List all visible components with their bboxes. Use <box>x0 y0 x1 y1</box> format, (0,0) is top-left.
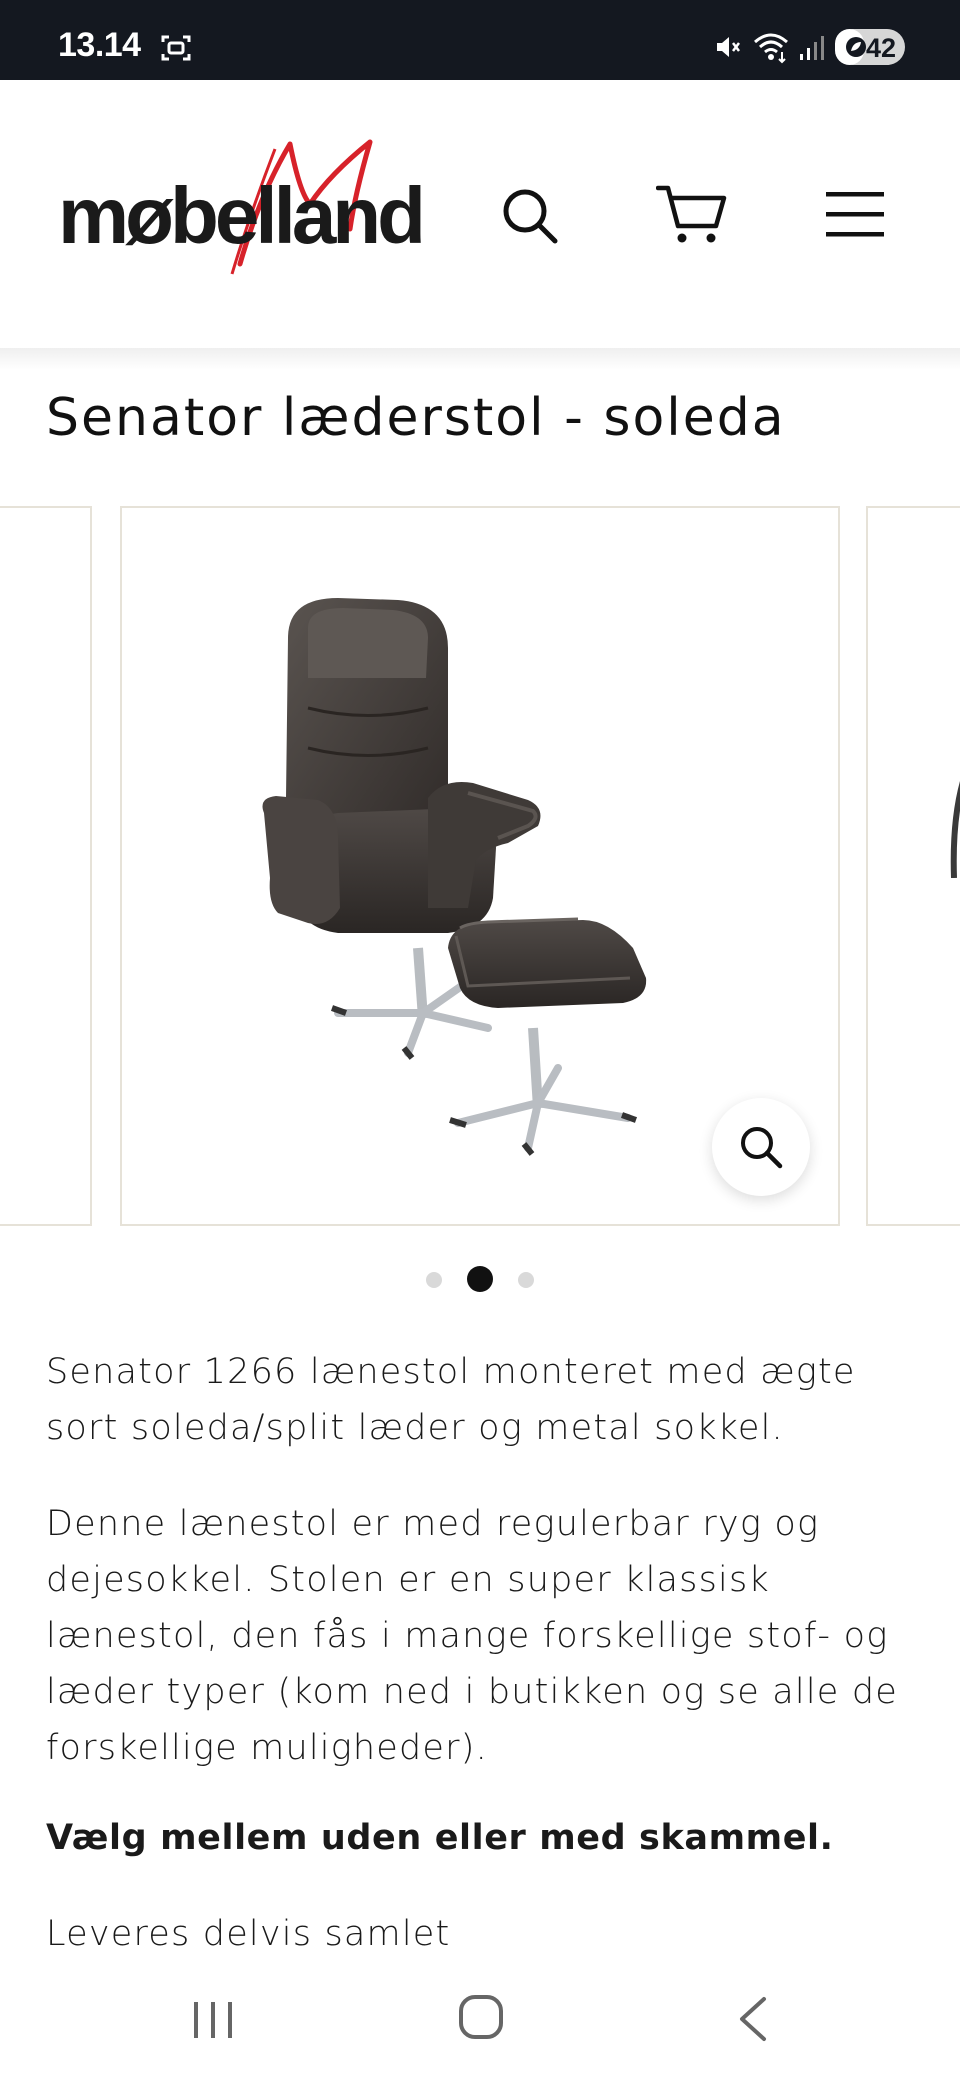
logo-text: møbelland <box>58 171 426 260</box>
menu-icon[interactable] <box>826 190 884 238</box>
cart-icon[interactable] <box>656 182 728 246</box>
carousel-slide-next[interactable] <box>866 506 960 1226</box>
next-slide-image <box>950 781 960 878</box>
carousel-dot[interactable] <box>426 1272 442 1288</box>
wifi-icon <box>754 33 788 64</box>
carousel-dot[interactable] <box>518 1272 534 1288</box>
status-bar: 13.14 42 <box>0 0 960 80</box>
carousel-slide-previous[interactable] <box>0 506 92 1226</box>
header-shadow <box>0 348 960 370</box>
screenshot-icon <box>161 35 191 61</box>
chair-image <box>262 598 647 1156</box>
zoom-search-icon <box>741 1127 783 1169</box>
carousel-dots <box>0 1264 960 1294</box>
product-image <box>228 508 728 1224</box>
battery-saver-icon <box>846 37 866 57</box>
zoom-button[interactable] <box>712 1098 810 1196</box>
search-icon[interactable] <box>500 186 560 246</box>
logo[interactable]: møbelland <box>58 134 426 284</box>
recent-apps-icon[interactable] <box>192 2000 234 2040</box>
home-icon[interactable] <box>458 1994 504 2040</box>
battery-icon: 42 <box>835 29 905 65</box>
mute-icon <box>717 37 740 57</box>
delivery-note: Leveres delvis samlet <box>46 1914 451 1954</box>
description-paragraph-2: Denne lænestol er med regulerbar ryg og … <box>46 1504 898 1768</box>
back-icon[interactable] <box>736 1996 768 2042</box>
description-bold-note: Vælg mellem uden eller med skammel. <box>46 1818 834 1858</box>
description-paragraph-1: Senator 1266 lænestol monteret med ægte … <box>46 1352 856 1448</box>
signal-icon <box>800 36 824 60</box>
status-time: 13.14 <box>58 26 141 64</box>
carousel-dot-active[interactable] <box>467 1266 493 1292</box>
battery-level: 42 <box>866 33 897 63</box>
image-carousel[interactable] <box>0 506 960 1226</box>
product-title: Senator læderstol - soleda <box>46 388 786 448</box>
